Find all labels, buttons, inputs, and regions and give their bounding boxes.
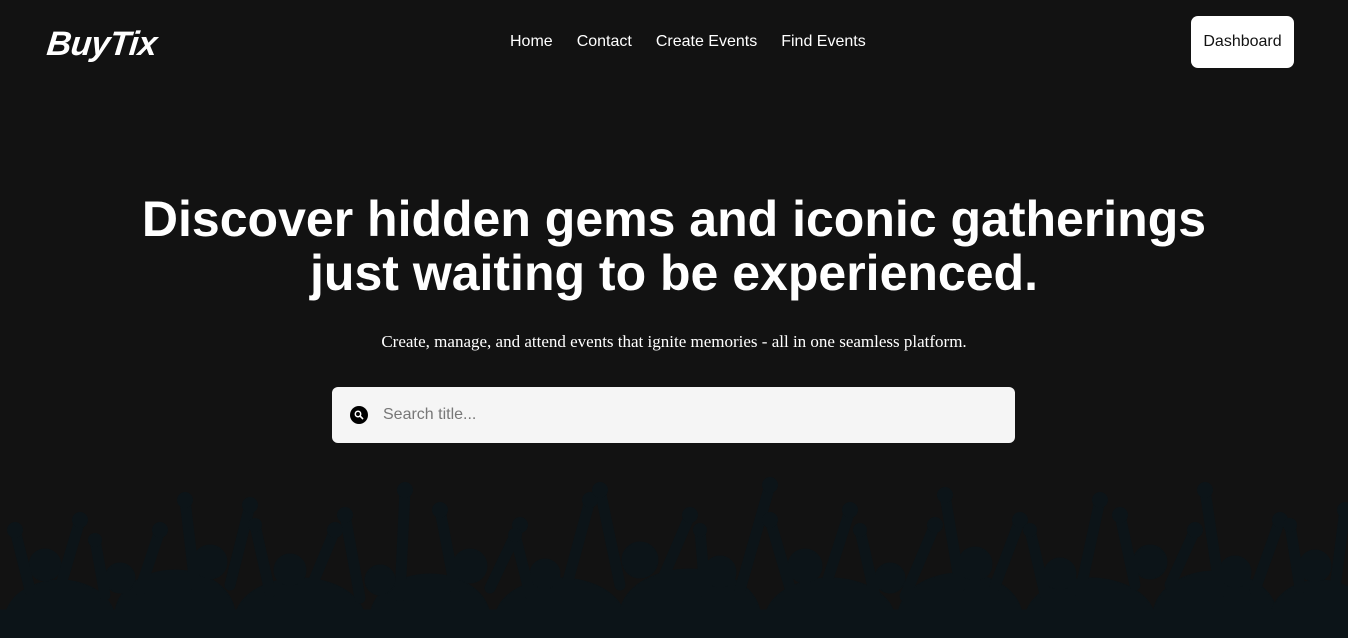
- dashboard-button[interactable]: Dashboard: [1191, 16, 1294, 68]
- hero-title: Discover hidden gems and iconic gatherin…: [0, 192, 1348, 300]
- brand-logo[interactable]: BuyTix: [45, 24, 159, 64]
- search-input[interactable]: [383, 387, 993, 443]
- nav-link-home[interactable]: Home: [510, 31, 553, 53]
- hero-subtitle: Create, manage, and attend events that i…: [381, 332, 967, 351]
- hero-title-line-1: Discover hidden gems and iconic gatherin…: [141, 191, 1207, 247]
- navbar: BuyTix Home Contact Create Events Find E…: [0, 0, 1348, 86]
- hero-title-line-2: just waiting to be experienced.: [310, 245, 1038, 301]
- nav-link-create-events[interactable]: Create Events: [656, 31, 757, 53]
- crowd-silhouette-image: [0, 477, 1348, 638]
- main-nav: Home Contact Create Events Find Events: [510, 31, 866, 53]
- nav-link-contact[interactable]: Contact: [577, 31, 632, 53]
- nav-link-find-events[interactable]: Find Events: [781, 31, 865, 53]
- search-icon[interactable]: [350, 406, 368, 424]
- search-bar: [332, 387, 1015, 443]
